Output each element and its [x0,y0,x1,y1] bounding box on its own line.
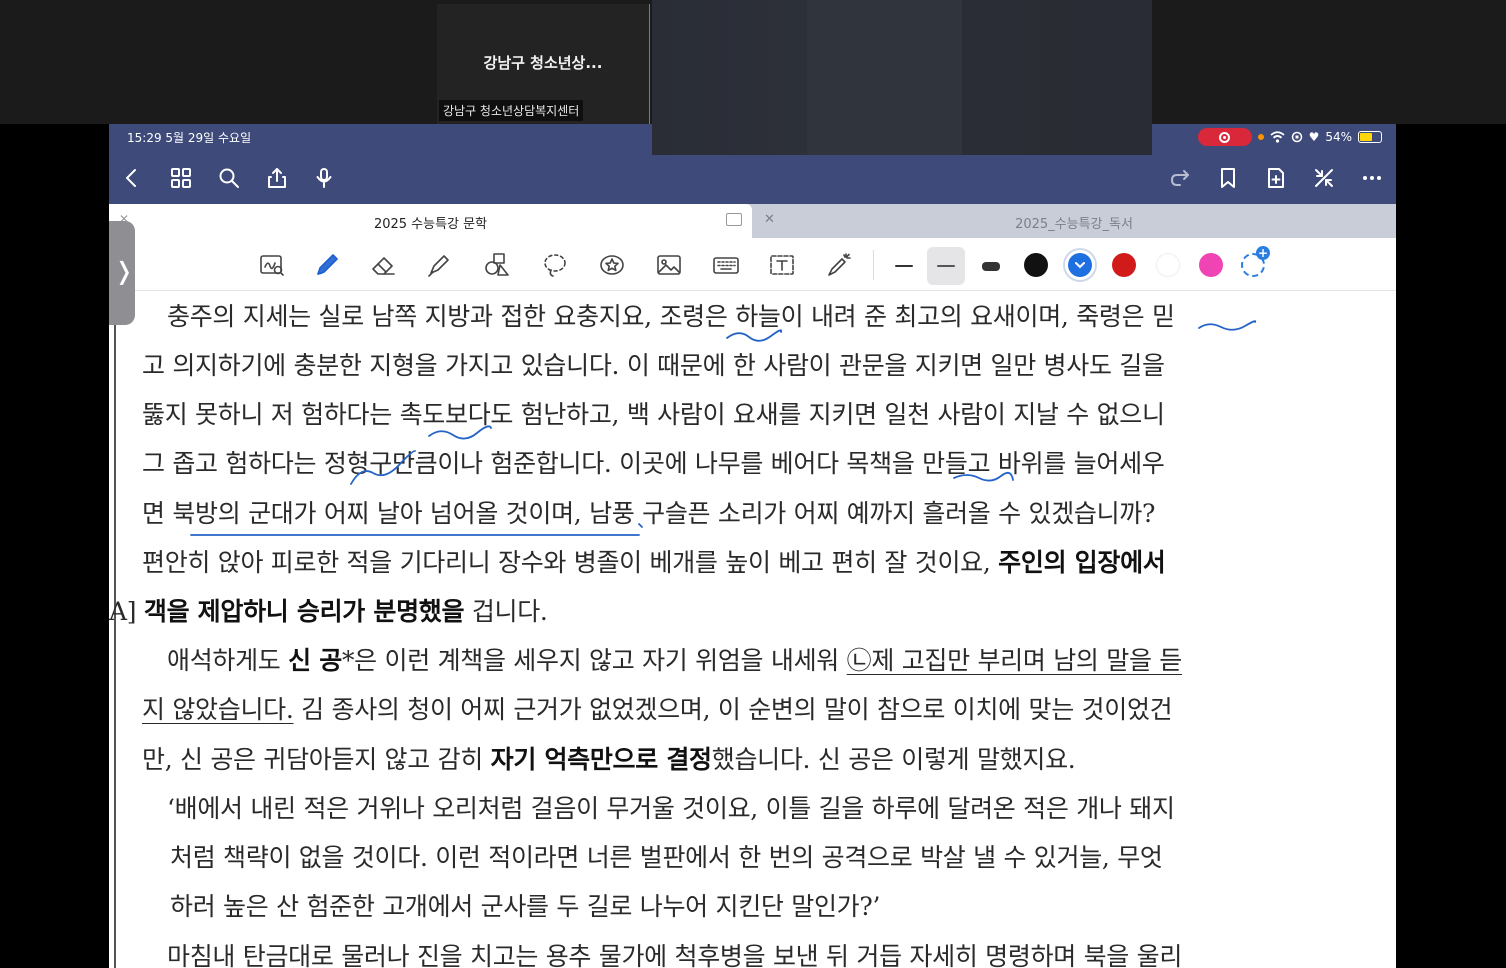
grid-icon [171,168,191,188]
text-box-icon [770,255,794,275]
document-tabs: ✕ 2025 수능특강 문학 ✕ 2025_수능특강_독서 [109,204,1396,238]
text-line: 그 좁고 험하다는 정형구만큼이나 험준합니다. 이곳에 나무를 베어다 목책을… [142,449,1165,478]
sticker-tool[interactable] [596,249,628,281]
tab-label: 2025 수능특강 문학 [373,217,488,232]
text-line: 만, 신 공은 귀담아듣지 않고 감히 자기 억측만으로 결정했습니다. 신 공… [142,745,1076,774]
status-indicators: ♥ 54% [1197,128,1382,146]
text-line: 면 북방의 군대가 어찌 날아 넘어올 것이며, 남풍 구슬픈 소리가 어찌 예… [142,499,1156,528]
text-line: 충주의 지세는 실로 남쪽 지방과 접한 요충지요, 조령은 하늘이 내려 준 … [167,302,1175,331]
redo-button[interactable] [1166,164,1194,192]
text-line: 지 않았습니다. 김 종사의 청이 어찌 근거가 없었겠으며, 이 순변의 말이… [142,695,1173,724]
microphone-icon [316,168,332,188]
color-swatch-blue[interactable] [1068,253,1092,277]
split-view-icon[interactable] [726,213,742,226]
status-time: 15:29 5월 29일 수요일 [127,131,252,145]
pen-icon [317,254,338,275]
shapes-tool[interactable] [481,249,513,281]
tab-label: 2025_수능특강_독서 [1015,217,1133,232]
tab-literature[interactable]: ✕ 2025 수능특강 문학 [109,204,752,238]
text-line: 뚫지 못하니 저 험하다는 촉도보다도 험난하고, 백 사람이 요새를 지키면 … [142,400,1165,429]
navigation-bar [109,150,1396,204]
keyboard-tool[interactable] [710,249,742,281]
drawing-toolbar [109,238,1396,291]
lasso-icon [544,254,566,277]
participant-display-name: 강남구 청소년상... [483,54,603,72]
document-page[interactable]: 충주의 지세는 실로 남쪽 지방과 접한 요충지요, 조령은 하늘이 내려 준 … [109,291,1396,968]
eraser-tool[interactable] [367,249,399,281]
add-page-button[interactable] [1262,164,1290,192]
share-icon [268,168,286,188]
ellipsis-icon [1363,176,1381,180]
tab-reading[interactable]: ✕ 2025_수능특강_독서 [752,204,1396,238]
highlighter-icon [428,255,449,277]
stroke-medium[interactable] [927,247,965,285]
search-button[interactable] [215,164,243,192]
image-tool[interactable] [653,249,685,281]
margin-line [114,291,116,968]
text-line: ‘배에서 내린 적은 거위나 오리처럼 걸음이 무거울 것이요, 이틀 길을 하… [167,794,1175,823]
heart-icon: ♥ [1308,130,1320,144]
microphone-button[interactable] [310,164,338,192]
eraser-icon [372,257,395,275]
highlighter-tool[interactable] [423,249,455,281]
zoom-participant-tile[interactable]: 강남구 청소년상... 강남구 청소년상담복지센터 [437,4,650,124]
image-icon [657,255,681,275]
color-swatch-red[interactable] [1112,253,1136,277]
bookmark-button[interactable] [1214,164,1242,192]
battery-icon [1358,131,1382,143]
text-line: 편안히 앉아 피로한 적을 기다리니 장수와 병졸이 베개를 높이 베고 편히 … [142,548,1166,577]
text-line: A] 객을 제압하니 승리가 분명했을 겁니다. [109,597,548,626]
participant-name-label: 강남구 청소년상담복지센터 [439,100,584,121]
star-sticker-icon [600,255,624,275]
text-line: 하러 높은 산 험준한 고개에서 군사를 두 길로 나누어 지킨단 말인가?’ [170,892,881,921]
ipad-screen: 15:29 5월 29일 수요일 ♥ 54% ✕ 2025 수능특강 문학 ✕ … [109,124,1396,968]
margin-label: A] [109,597,137,626]
zoom-window-icon [260,255,284,276]
text-line: 처럼 책략이 없을 것이다. 이런 적이라면 너른 벌판에서 한 번의 공격으로… [170,843,1163,872]
pen-tool[interactable] [311,249,343,281]
text-line: 애석하게도 신 공*은 이런 계책을 세우지 않고 자기 위엄을 내세워 ㉡제 … [167,646,1182,675]
collapse-toolbar-button[interactable] [1310,164,1338,192]
redo-icon [1171,170,1189,186]
laser-pointer-icon [828,253,851,276]
bookmark-icon [1221,168,1235,188]
search-icon [219,168,239,188]
zoom-video-panel [652,0,1152,155]
laser-pointer-tool[interactable] [823,249,855,281]
toolbar-divider [873,250,874,280]
color-swatch-pink[interactable] [1199,253,1223,277]
lasso-tool[interactable] [539,249,571,281]
zoom-window-tool[interactable] [256,249,288,281]
color-swatch-black[interactable] [1024,253,1048,277]
text-line: 마침내 탄금대로 물러나 진을 치고는 용추 물가에 척후병을 보낸 뒤 거듭 … [167,942,1183,968]
back-button[interactable] [118,164,146,192]
text-line: 고 의지하기에 충분한 지형을 가지고 있습니다. 이 때문에 한 사람이 관문… [142,351,1165,380]
page-grid-button[interactable] [167,164,195,192]
shapes-icon [485,253,509,276]
keyboard-icon [713,257,739,274]
sidebar-toggle-handle[interactable]: ❭ [109,221,135,325]
chevron-right-icon: ❭ [114,257,135,285]
mic-in-use-dot [1257,134,1264,140]
wifi-icon [1269,131,1285,143]
stroke-thick[interactable] [972,247,1010,285]
share-button[interactable] [263,164,291,192]
orientation-lock-icon [1291,131,1302,143]
stroke-thin[interactable] [885,247,923,285]
add-color-button[interactable] [1241,246,1270,277]
add-page-icon [1268,168,1284,188]
color-swatch-white[interactable] [1156,253,1180,277]
chevron-left-icon [126,169,136,187]
record-icon [1219,131,1231,143]
screen-record-indicator[interactable] [1197,128,1252,146]
battery-percent: 54% [1325,130,1352,144]
text-tool[interactable] [766,249,798,281]
more-options-button[interactable] [1358,164,1386,192]
collapse-arrows-icon [1315,169,1333,187]
